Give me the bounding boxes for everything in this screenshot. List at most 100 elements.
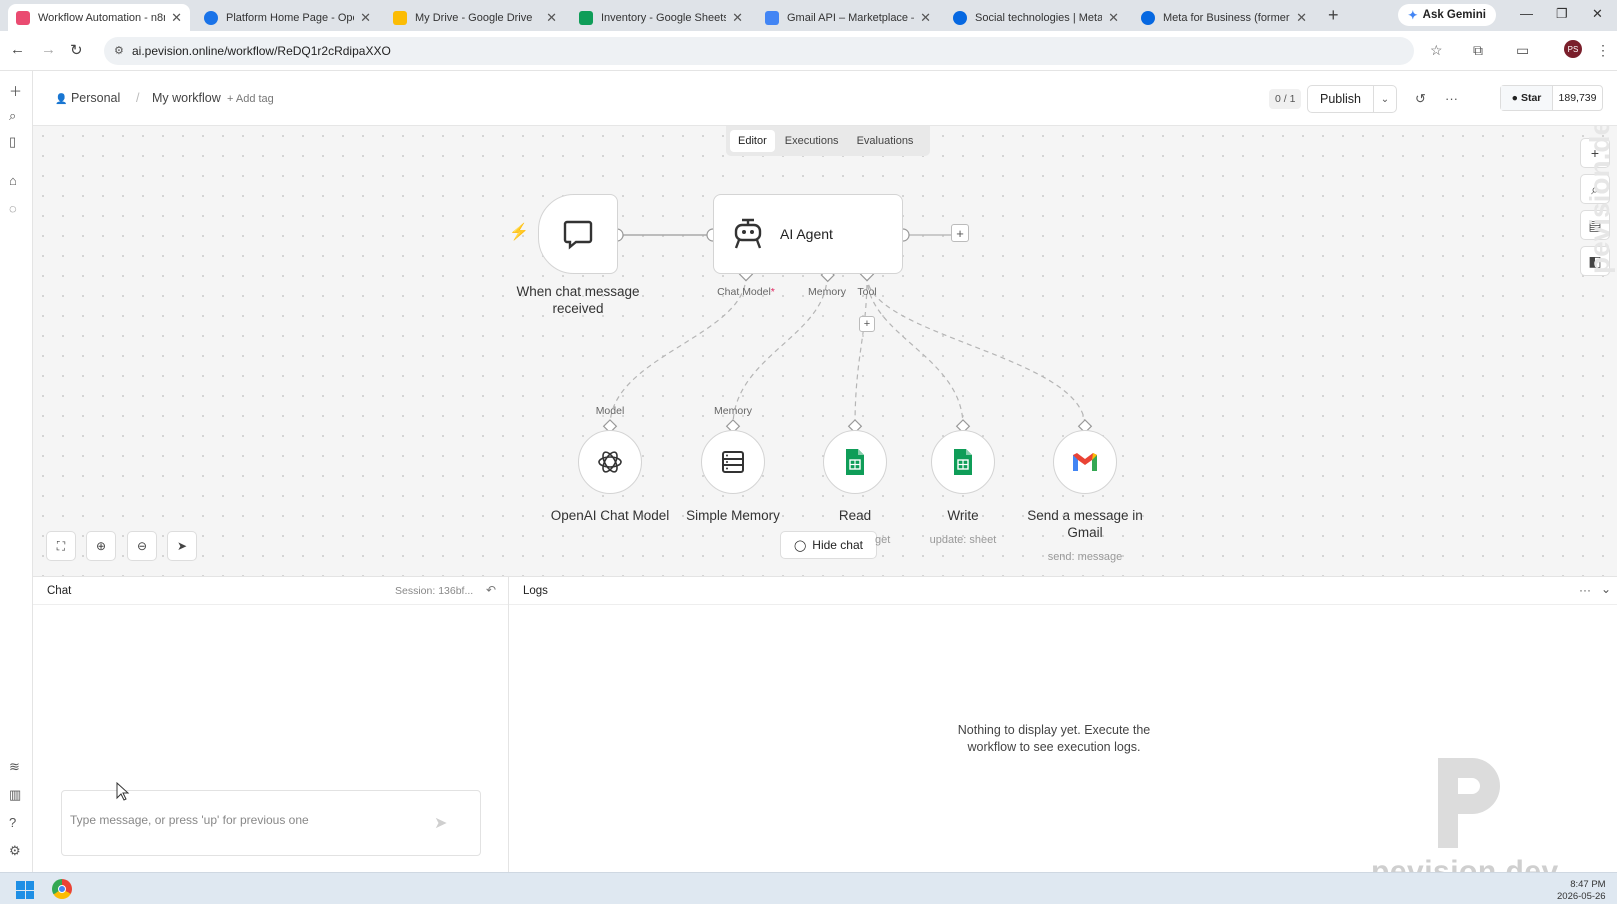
browser-tab[interactable]: Workflow Automation - n8n ✕	[8, 4, 190, 31]
sidebar-toggle-icon[interactable]: ▯	[9, 134, 16, 150]
search-icon[interactable]: ⌕	[9, 108, 16, 124]
tool-port-label: Tool	[857, 286, 877, 298]
templates-icon[interactable]: ≋	[9, 759, 20, 775]
chat-icon[interactable]: ◌	[9, 201, 17, 216]
platform-favicon-icon	[204, 10, 218, 25]
chat-input-placeholder: Type message, or press 'up' for previous…	[70, 813, 309, 827]
bookmark-star-icon[interactable]: ☆	[1430, 42, 1443, 59]
browser-toolbar: ← → ↻ ⚙ ai.pevision.online/workflow/ReDQ…	[0, 31, 1617, 71]
back-icon[interactable]: ←	[10, 41, 25, 58]
close-tab-icon[interactable]: ✕	[360, 10, 371, 26]
sheets-favicon-icon	[579, 10, 593, 25]
browser-tab[interactable]: Gmail API – Marketplace – G ✕	[757, 4, 939, 31]
github-star-button[interactable]: ● Star 189,739	[1500, 85, 1603, 111]
send-icon[interactable]: ➤	[434, 813, 447, 833]
browser-tab[interactable]: My Drive - Google Drive ✕	[385, 4, 565, 31]
mouse-cursor	[116, 782, 130, 801]
simple-memory-node[interactable]	[701, 430, 765, 494]
meta-favicon-icon	[953, 10, 967, 25]
read-sheet-node[interactable]	[823, 430, 887, 494]
close-tab-icon[interactable]: ✕	[171, 10, 182, 26]
insights-icon[interactable]: ▥	[9, 787, 21, 803]
fit-view-icon[interactable]: ⛶	[46, 531, 76, 561]
github-star-label: Star	[1520, 92, 1542, 104]
browser-tab[interactable]: Social technologies | Meta fo ✕	[945, 4, 1127, 31]
gmail-logo-icon	[1073, 453, 1097, 471]
forward-icon[interactable]: →	[41, 41, 56, 58]
new-tab-button[interactable]: +	[1328, 5, 1339, 26]
publish-label: Publish	[1308, 86, 1374, 112]
write-node-label: Write	[947, 508, 979, 523]
add-node-button[interactable]: +	[951, 224, 969, 242]
more-options-icon[interactable]: ···	[1445, 91, 1458, 106]
left-sidebar: ＋ ⌕ ▯ ⌂ ◌ ≋ ▥ ? ⚙	[0, 71, 33, 872]
side-panel-icon[interactable]: ▭	[1516, 42, 1529, 59]
session-id[interactable]: Session: 136bf...	[395, 585, 473, 597]
database-icon	[722, 451, 744, 473]
github-star-count: 189,739	[1558, 92, 1597, 104]
chat-trigger-node[interactable]	[538, 194, 618, 274]
address-bar[interactable]: ⚙ ai.pevision.online/workflow/ReDQ1r2cRd…	[104, 37, 1414, 65]
history-icon[interactable]: ↺	[1415, 91, 1426, 107]
drive-favicon-icon	[393, 10, 407, 25]
help-icon[interactable]: ?	[9, 815, 16, 830]
collapse-panel-icon[interactable]: ⌄	[1601, 582, 1611, 596]
publish-button[interactable]: Publish ⌄	[1307, 85, 1397, 113]
hide-chat-button[interactable]: ◯ Hide chat	[780, 531, 877, 559]
memory-port-label: Memory	[808, 286, 846, 298]
tab-title: Social technologies | Meta fo	[975, 11, 1103, 24]
write-sheet-node[interactable]	[931, 430, 995, 494]
ask-gemini-button[interactable]: ✦ Ask Gemini	[1398, 4, 1496, 26]
memory-sub-port-label: Memory	[714, 405, 752, 417]
pointer-mode-icon[interactable]: ➤	[167, 531, 197, 561]
openai-model-node[interactable]	[578, 430, 642, 494]
close-tab-icon[interactable]: ✕	[546, 10, 557, 26]
profile-avatar[interactable]: PS	[1564, 40, 1582, 58]
logs-empty-message: Nothing to display yet. Execute the work…	[957, 723, 1151, 754]
write-node-subtitle: update: sheet	[929, 534, 997, 546]
logs-more-icon[interactable]: ···	[1579, 583, 1591, 597]
browser-menu-icon[interactable]: ⋮	[1596, 42, 1610, 59]
breadcrumb-project[interactable]: 👤 Personal	[55, 91, 120, 105]
home-icon[interactable]: ⌂	[9, 173, 17, 188]
ai-agent-node[interactable]: AI Agent	[713, 194, 903, 274]
close-tab-icon[interactable]: ✕	[1108, 10, 1119, 26]
extensions-icon[interactable]: ⧉	[1473, 42, 1483, 59]
windows-start-icon[interactable]	[16, 881, 34, 899]
close-tab-icon[interactable]: ✕	[1296, 10, 1307, 26]
google-sheets-icon	[954, 449, 972, 475]
browser-tab[interactable]: Inventory - Google Sheets ✕	[571, 4, 751, 31]
gmail-node[interactable]	[1053, 430, 1117, 494]
site-settings-icon[interactable]: ⚙	[114, 44, 124, 57]
robot-icon	[734, 218, 762, 249]
settings-gear-icon[interactable]: ⚙	[9, 843, 21, 859]
plus-icon[interactable]: ＋	[9, 81, 22, 100]
restore-window-button[interactable]: ❐	[1556, 6, 1568, 22]
project-label: Personal	[70, 91, 121, 105]
add-tool-button[interactable]: +	[859, 316, 875, 332]
zoom-out-icon[interactable]: ⊖	[127, 531, 157, 561]
tab-title: Gmail API – Marketplace – G	[787, 11, 914, 24]
url-text: ai.pevision.online/workflow/ReDQ1r2cRdip…	[132, 44, 391, 58]
zoom-in-icon[interactable]: ⊕	[86, 531, 116, 561]
workflow-name[interactable]: My workflow	[152, 91, 221, 105]
chrome-taskbar-icon[interactable]	[52, 879, 72, 899]
model-port-label: Model	[595, 405, 625, 417]
google-sheets-icon	[846, 449, 864, 475]
workflow-canvas[interactable]: Editor Executions Evaluations ⚡ + + When…	[33, 126, 1617, 576]
marketplace-favicon-icon	[765, 10, 779, 25]
browser-tab[interactable]: Platform Home Page - Open ✕	[196, 4, 379, 31]
close-window-button[interactable]: ✕	[1592, 6, 1603, 22]
reset-session-icon[interactable]: ↶	[486, 583, 496, 597]
minimize-window-button[interactable]: —	[1520, 6, 1533, 21]
close-tab-icon[interactable]: ✕	[732, 10, 743, 26]
add-tag-button[interactable]: + Add tag	[227, 93, 274, 105]
meta-favicon-icon	[1141, 10, 1155, 25]
browser-tab[interactable]: Meta for Business (formerly ✕	[1133, 4, 1315, 31]
chevron-down-icon[interactable]: ⌄	[1374, 94, 1396, 105]
read-node-label: Read	[838, 508, 872, 523]
close-tab-icon[interactable]: ✕	[920, 10, 931, 26]
sub-node-connections	[609, 275, 1086, 427]
reload-icon[interactable]: ↻	[70, 41, 83, 59]
system-clock[interactable]: 8:47 PM 2026-05-26	[1557, 879, 1606, 903]
